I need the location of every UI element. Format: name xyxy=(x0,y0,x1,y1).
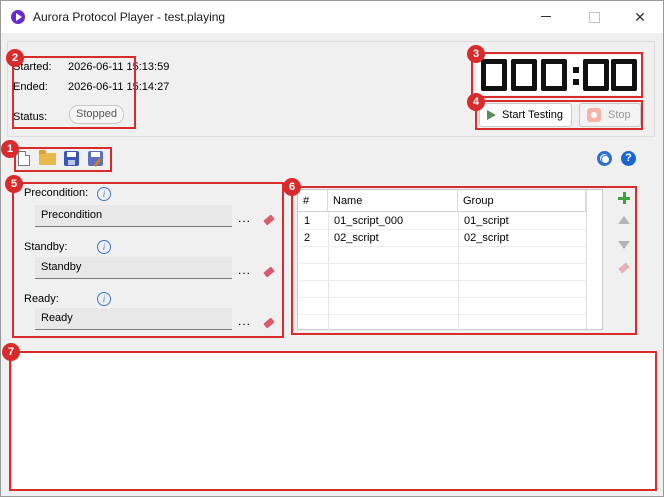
annotation-badge: 4 xyxy=(467,93,485,111)
annotation-box-controls xyxy=(475,100,643,130)
close-button[interactable]: ✕ xyxy=(617,1,663,33)
settings-gear-icon[interactable] xyxy=(597,151,612,166)
help-icon[interactable]: ? xyxy=(621,151,636,166)
title-bar: Aurora Protocol Player - test.playing ✕ xyxy=(1,1,663,33)
maximize-button[interactable] xyxy=(571,1,617,33)
annotation-badge: 6 xyxy=(283,178,301,196)
window-title: Aurora Protocol Player - test.playing xyxy=(33,10,226,24)
annotation-box-scripts xyxy=(12,182,284,338)
annotation-box-log xyxy=(9,351,657,491)
annotation-badge: 5 xyxy=(5,175,23,193)
annotation-badge: 7 xyxy=(2,343,20,361)
annotation-badge: 3 xyxy=(467,45,485,63)
app-window: Aurora Protocol Player - test.playing ✕ … xyxy=(0,0,664,497)
annotation-box-session xyxy=(12,56,136,129)
annotation-box-table xyxy=(291,186,637,335)
annotation-box-toolbar xyxy=(14,147,112,172)
annotation-badge: 2 xyxy=(6,49,24,67)
app-play-icon xyxy=(11,10,25,24)
annotation-badge: 1 xyxy=(1,140,19,158)
annotation-box-timer xyxy=(471,52,643,98)
minimize-button[interactable] xyxy=(523,1,569,33)
